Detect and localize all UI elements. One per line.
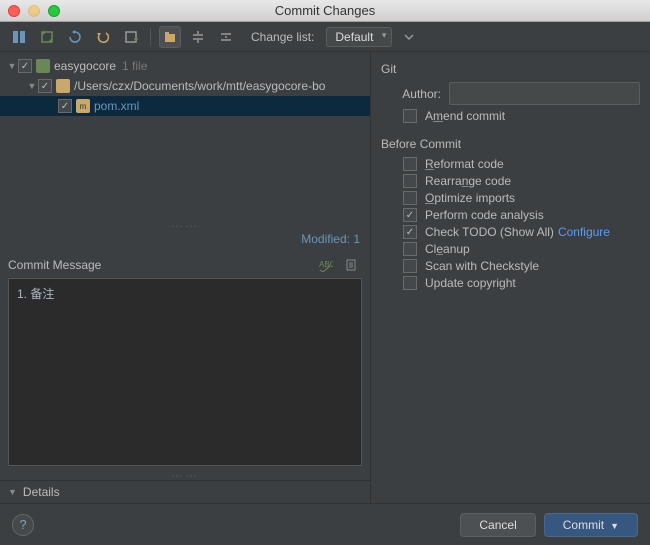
changelist-label: Change list: [251,30,314,44]
amend-option[interactable]: Amend commit [403,109,640,123]
copyright-option[interactable]: Update copyright [403,276,640,290]
tree-root[interactable]: ▼ easygocore 1 file [0,56,370,76]
configure-link[interactable]: Configure [558,225,610,239]
changelist-combo[interactable]: Default [326,27,392,47]
new-changelist-icon[interactable] [120,26,142,48]
checkstyle-label: Scan with Checkstyle [425,259,539,273]
minimize-window-icon[interactable] [28,5,40,17]
checkbox[interactable] [403,191,417,205]
optimize-option[interactable]: Optimize imports [403,191,640,205]
expand-arrow-icon[interactable]: ▼ [6,61,18,71]
refresh-icon[interactable] [64,26,86,48]
sync-icon[interactable] [36,26,58,48]
amend-label: Amend commit [425,109,505,123]
changelist-dropdown-icon[interactable] [398,26,420,48]
zoom-window-icon[interactable] [48,5,60,17]
window-controls [8,5,60,17]
commit-message-header: Commit Message ABC [0,252,370,278]
splitter-handle[interactable]: ⋯⋯ [0,472,370,480]
tree-file[interactable]: m pom.xml [0,96,370,116]
checkbox[interactable] [403,208,417,222]
diff-icon[interactable] [8,26,30,48]
copyright-label: Update copyright [425,276,516,290]
todo-option[interactable]: Check TODO (Show All) Configure [403,225,640,239]
analysis-option[interactable]: Perform code analysis [403,208,640,222]
tree-file-label: pom.xml [94,99,139,113]
commit-button[interactable]: Commit ▼ [544,513,638,537]
checkbox[interactable] [403,157,417,171]
footer: ? Cancel Commit ▼ [0,503,650,545]
optimize-label: Optimize imports [425,191,515,205]
tree-root-suffix: 1 file [122,59,147,73]
author-label: Author: [381,87,441,101]
author-input[interactable] [449,82,640,105]
xml-file-icon: m [76,99,90,113]
spellcheck-icon[interactable]: ABC [314,255,336,275]
reformat-option[interactable]: Reformat code [403,157,640,171]
project-icon [36,59,50,73]
collapse-all-icon[interactable] [215,26,237,48]
before-commit-title: Before Commit [381,137,640,151]
splitter-handle[interactable]: ⋯⋯ [0,222,370,230]
modified-count: 1 [353,232,360,246]
commit-message-input[interactable] [8,278,362,466]
rearrange-label: Rearrange code [425,174,511,188]
rearrange-option[interactable]: Rearrange code [403,174,640,188]
checkbox[interactable] [403,259,417,273]
folder-icon [56,79,70,93]
tree-root-label: easygocore [54,59,116,73]
file-tree[interactable]: ▼ easygocore 1 file ▼ /Users/czx/Documen… [0,52,370,222]
right-panel: Git Author: Amend commit Before Commit R… [371,52,650,503]
reformat-label: Reformat code [425,157,504,171]
checkbox[interactable] [403,276,417,290]
details-toggle[interactable]: ▼ Details [0,480,370,503]
window-title: Commit Changes [0,3,650,18]
tree-folder[interactable]: ▼ /Users/czx/Documents/work/mtt/easygoco… [0,76,370,96]
checkbox[interactable] [403,109,417,123]
tree-folder-label: /Users/czx/Documents/work/mtt/easygocore… [74,79,325,93]
author-row: Author: [381,82,640,105]
checkstyle-option[interactable]: Scan with Checkstyle [403,259,640,273]
checkbox[interactable] [403,174,417,188]
checkbox[interactable] [403,242,417,256]
dropdown-arrow-icon: ▼ [610,521,619,531]
svg-text:ABC: ABC [319,260,333,269]
commit-message-label: Commit Message [8,258,101,272]
analysis-label: Perform code analysis [425,208,544,222]
group-by-directory-icon[interactable] [159,26,181,48]
help-icon[interactable]: ? [12,514,34,536]
changelist-value: Default [335,30,373,44]
chevron-down-icon: ▼ [8,487,17,497]
toolbar: Change list: Default [0,22,650,52]
cleanup-label: Cleanup [425,242,470,256]
titlebar: Commit Changes [0,0,650,22]
git-section-title: Git [381,62,640,76]
left-panel: ▼ easygocore 1 file ▼ /Users/czx/Documen… [0,52,371,503]
checkbox[interactable] [18,59,32,73]
cleanup-option[interactable]: Cleanup [403,242,640,256]
checkbox[interactable] [38,79,52,93]
undo-icon[interactable] [92,26,114,48]
cancel-button[interactable]: Cancel [460,513,535,537]
close-window-icon[interactable] [8,5,20,17]
checkbox[interactable] [58,99,72,113]
expand-arrow-icon[interactable]: ▼ [26,81,38,91]
toolbar-separator [150,28,151,46]
checkbox[interactable] [403,225,417,239]
expand-all-icon[interactable] [187,26,209,48]
todo-label: Check TODO (Show All) [425,225,554,239]
history-icon[interactable] [340,255,362,275]
status-row: Modified: 1 [0,230,370,252]
commit-button-label: Commit [563,518,604,532]
modified-label: Modified: [301,232,350,246]
details-label: Details [23,485,60,499]
